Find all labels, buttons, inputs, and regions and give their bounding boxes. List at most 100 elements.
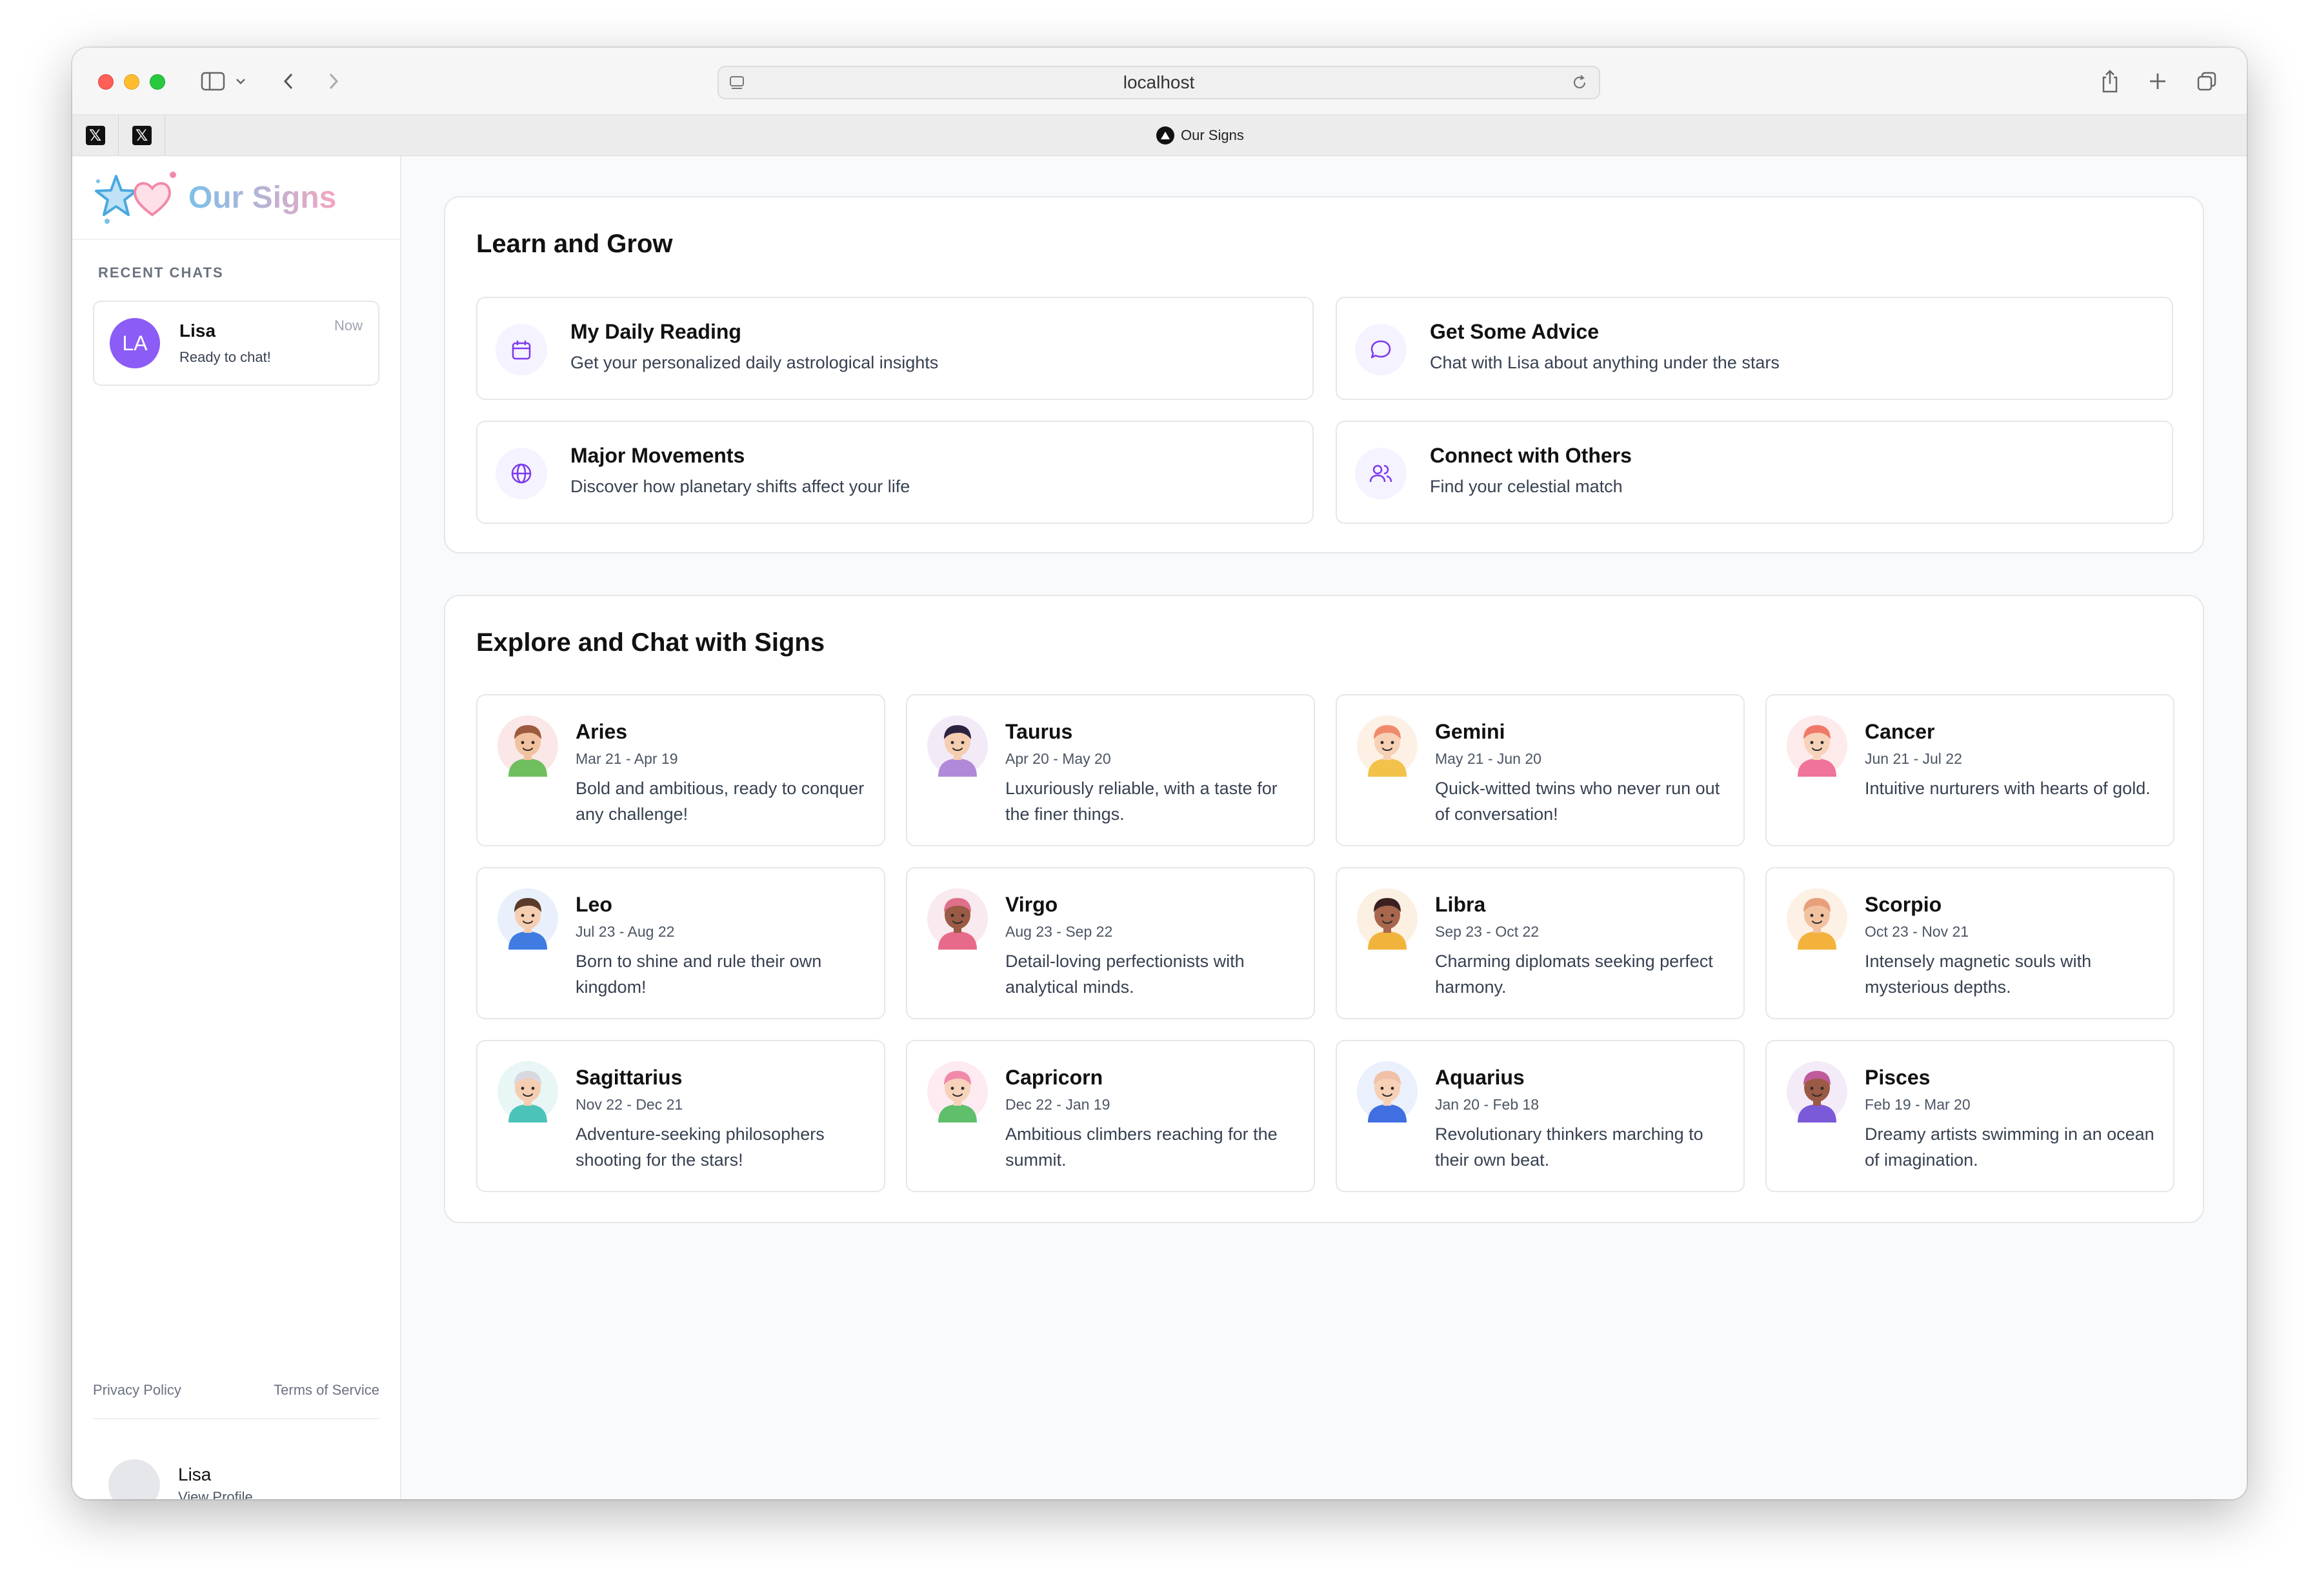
sign-card-cancer[interactable]: Cancer Jun 21 - Jul 22 Intuitive nurturers… — [1765, 694, 2174, 846]
terms-of-service-link[interactable]: Terms of Service — [274, 1382, 379, 1399]
avatar-illustration-icon — [927, 888, 988, 950]
sign-name: Libra — [1435, 893, 1486, 916]
learn-and-grow-panel: Learn and Grow My Daily Reading Get your… — [444, 196, 2204, 554]
zoom-window-button[interactable] — [150, 74, 165, 90]
sign-name: Scorpio — [1865, 893, 1942, 916]
sign-card-pisces[interactable]: Pisces Feb 19 - Mar 20 Dreamy artists swim… — [1765, 1040, 2174, 1192]
major-movements-card[interactable]: Major Movements Discover how planetary s… — [476, 421, 1314, 524]
sign-text: Gemini May 21 - Jun 20 Quick-witted twins … — [1435, 720, 1732, 827]
recent-chat-item[interactable]: LA Lisa Ready to chat! Now — [93, 301, 379, 386]
address-bar[interactable]: localhost — [718, 66, 1600, 99]
privacy-policy-link[interactable]: Privacy Policy — [93, 1382, 181, 1399]
chevron-down-icon[interactable] — [234, 68, 248, 94]
tab-title: Our Signs — [1181, 127, 1244, 143]
sign-dates: Aug 23 - Sep 22 — [1005, 923, 1113, 940]
sign-description: Born to shine and rule their own kingdom… — [576, 952, 822, 997]
profile-section[interactable]: Lisa View Profile — [108, 1459, 253, 1499]
sign-text: Aquarius Jan 20 - Feb 18 Revolutionary thi… — [1435, 1066, 1732, 1173]
sign-description: Revolutionary thinkers marching to their… — [1435, 1124, 1703, 1170]
tab-overview-icon[interactable] — [2194, 68, 2220, 94]
sign-name: Leo — [576, 893, 612, 916]
sidebar: Our Signs RECENT CHATS LA Lisa Ready to … — [72, 156, 401, 1499]
sidebar-toggle-icon[interactable] — [199, 68, 227, 94]
sign-description: Adventure-seeking philosophers shooting … — [576, 1124, 825, 1170]
browser-window: localhost 𝕏 𝕏 Our Signs Our Signs RECENT… — [72, 48, 2247, 1499]
close-window-button[interactable] — [98, 74, 114, 90]
pinned-tab-x[interactable]: 𝕏 — [72, 115, 119, 156]
sign-text: Cancer Jun 21 - Jul 22 Intuitive nurturers… — [1865, 720, 2162, 801]
new-tab-icon[interactable] — [2145, 68, 2171, 94]
reload-icon[interactable] — [1571, 74, 1589, 96]
triangle-favicon-icon — [1156, 126, 1174, 145]
sign-text: Taurus Apr 20 - May 20 Luxuriously reliabl… — [1005, 720, 1302, 827]
brand-name: Our Signs — [188, 180, 337, 215]
get-advice-card[interactable]: Get Some Advice Chat with Lisa about any… — [1336, 297, 2173, 400]
sign-text: Leo Jul 23 - Aug 22 Born to shine and rule… — [576, 893, 872, 1000]
view-profile-link[interactable]: View Profile — [178, 1489, 253, 1499]
sign-card-aries[interactable]: Aries Mar 21 - Apr 19 Bold and ambitious, … — [476, 694, 885, 846]
sign-dates: Jul 23 - Aug 22 — [576, 923, 675, 940]
feature-title: Get Some Advice — [1430, 320, 1600, 343]
sign-card-leo[interactable]: Leo Jul 23 - Aug 22 Born to shine and rule… — [476, 867, 885, 1019]
sign-card-virgo[interactable]: Virgo Aug 23 - Sep 22 Detail-loving perfec… — [906, 867, 1315, 1019]
reader-mode-icon[interactable] — [728, 74, 746, 96]
sign-text: Libra Sep 23 - Oct 22 Charming diplomats s… — [1435, 893, 1732, 1000]
forward-arrow-icon[interactable] — [324, 68, 343, 94]
sign-description: Quick-witted twins who never run out of … — [1435, 779, 1720, 824]
avatar-illustration-icon — [1357, 888, 1418, 950]
feature-desc: Find your celestial match — [1430, 477, 1623, 496]
calendar-icon — [496, 324, 547, 375]
main-content: Learn and Grow My Daily Reading Get your… — [401, 156, 2247, 1499]
share-icon[interactable] — [2097, 68, 2123, 94]
explore-signs-panel: Explore and Chat with Signs Aries Mar 21 … — [444, 595, 2204, 1223]
chat-time: Now — [334, 317, 363, 334]
sign-card-taurus[interactable]: Taurus Apr 20 - May 20 Luxuriously reliabl… — [906, 694, 1315, 846]
x-logo-icon: 𝕏 — [132, 126, 152, 145]
sign-text: Aries Mar 21 - Apr 19 Bold and ambitious, … — [576, 720, 872, 827]
star-heart-logo-icon — [95, 172, 176, 224]
users-icon — [1355, 448, 1407, 499]
sign-dates: May 21 - Jun 20 — [1435, 750, 1541, 767]
sign-description: Intensely magnetic souls with mysterious… — [1865, 952, 2092, 997]
avatar-illustration-icon — [927, 1061, 988, 1122]
back-arrow-icon[interactable] — [279, 68, 298, 94]
profile-name: Lisa — [178, 1464, 212, 1484]
sign-card-scorpio[interactable]: Scorpio Oct 23 - Nov 21 Intensely magnetic… — [1765, 867, 2174, 1019]
sign-description: Detail-loving perfectionists with analyt… — [1005, 952, 1245, 997]
avatar-illustration-icon — [1787, 888, 1847, 950]
sign-name: Sagittarius — [576, 1066, 683, 1089]
tab-our-signs[interactable]: Our Signs — [1156, 124, 1244, 147]
sign-card-capricorn[interactable]: Capricorn Dec 22 - Jan 19 Ambitious climbe… — [906, 1040, 1315, 1192]
avatar-illustration-icon — [927, 715, 988, 777]
footer-links: Privacy Policy Terms of Service — [93, 1382, 379, 1419]
chat-status: Ready to chat! — [179, 349, 271, 365]
sign-card-aquarius[interactable]: Aquarius Jan 20 - Feb 18 Revolutionary thi… — [1336, 1040, 1745, 1192]
sign-name: Pisces — [1865, 1066, 1931, 1089]
sign-card-gemini[interactable]: Gemini May 21 - Jun 20 Quick-witted twins … — [1336, 694, 1745, 846]
minimize-window-button[interactable] — [124, 74, 139, 90]
sign-card-sagittarius[interactable]: Sagittarius Nov 22 - Dec 21 Adventure-seek… — [476, 1040, 885, 1192]
chat-avatar: LA — [110, 318, 160, 368]
feature-title: My Daily Reading — [570, 320, 741, 343]
feature-title: Connect with Others — [1430, 444, 1632, 467]
avatar-illustration-icon — [497, 888, 558, 950]
sign-description: Dreamy artists swimming in an ocean of i… — [1865, 1124, 2154, 1170]
connect-others-card[interactable]: Connect with Others Find your celestial … — [1336, 421, 2173, 524]
x-logo-icon: 𝕏 — [85, 126, 105, 145]
sign-description: Ambitious climbers reaching for the summ… — [1005, 1124, 1278, 1170]
avatar-illustration-icon — [497, 715, 558, 777]
sign-dates: Jun 21 - Jul 22 — [1865, 750, 1962, 767]
chat-bubble-icon — [1355, 324, 1407, 375]
section-title: Explore and Chat with Signs — [476, 628, 825, 657]
sign-dates: Oct 23 - Nov 21 — [1865, 923, 1969, 940]
sign-dates: Apr 20 - May 20 — [1005, 750, 1111, 767]
daily-reading-card[interactable]: My Daily Reading Get your personalized d… — [476, 297, 1314, 400]
pinned-tab-x[interactable]: 𝕏 — [119, 115, 165, 156]
sign-name: Taurus — [1005, 720, 1073, 743]
brand-logo[interactable]: Our Signs — [72, 156, 400, 240]
sign-name: Virgo — [1005, 893, 1058, 916]
sign-dates: Nov 22 - Dec 21 — [576, 1096, 683, 1113]
sign-name: Gemini — [1435, 720, 1505, 743]
sign-card-libra[interactable]: Libra Sep 23 - Oct 22 Charming diplomats s… — [1336, 867, 1745, 1019]
feature-title: Major Movements — [570, 444, 745, 467]
